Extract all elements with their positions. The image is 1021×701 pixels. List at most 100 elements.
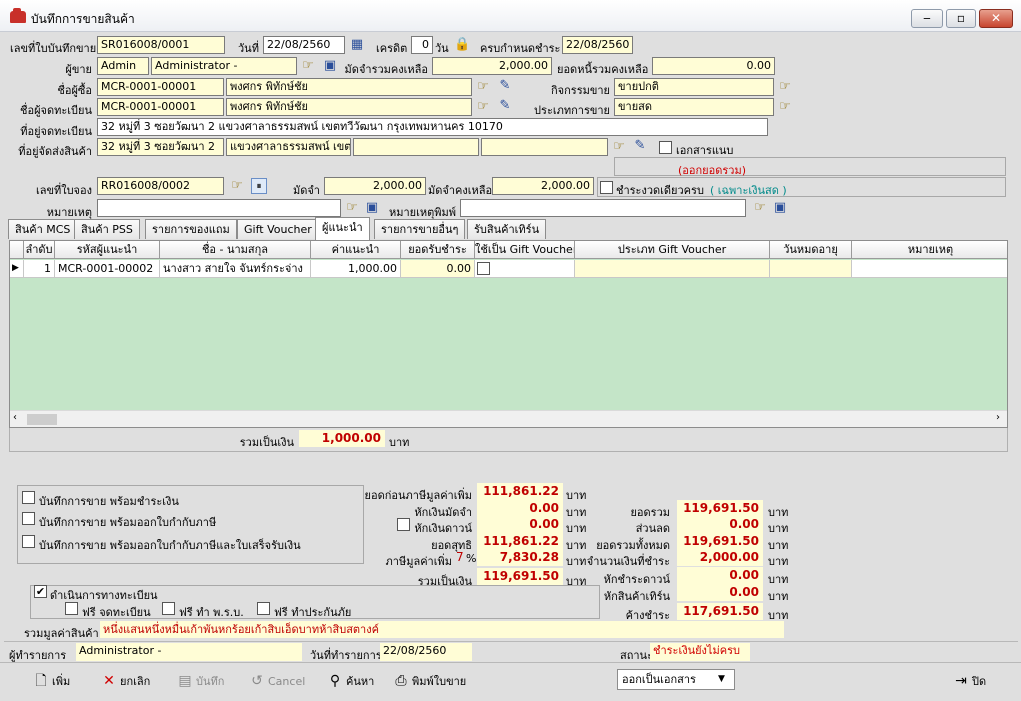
due-date-label: ครบกำหนดชำระ	[480, 42, 561, 55]
col-use-gift-voucher[interactable]: ใช้เป็น Gift Voucher	[475, 241, 575, 259]
printer-icon: ⎙	[395, 673, 407, 689]
save-with-tax-receipt-checkbox[interactable]	[22, 535, 35, 548]
free-insurance-checkbox[interactable]	[257, 602, 270, 615]
buyer-edit-pen-icon[interactable]: ✎	[497, 78, 513, 94]
export-select[interactable]: ออกเป็นเอกสาร ▼	[617, 669, 735, 690]
buyer-name-field[interactable]: พงศกร พิทักษ์ชัย	[226, 78, 472, 96]
remark-field[interactable]	[97, 199, 341, 217]
maximize-button[interactable]: ▫	[946, 9, 976, 28]
calendar-icon[interactable]: ▦	[349, 37, 365, 53]
scroll-right-icon[interactable]: ›	[996, 412, 1000, 423]
gift-voucher-checkbox[interactable]	[477, 262, 490, 275]
scroll-thumb[interactable]	[27, 414, 57, 425]
grid-horizontal-scrollbar[interactable]: ‹ ›	[10, 410, 1007, 427]
floppy-icon: ▤	[178, 673, 192, 689]
new-doc-icon: 🗋	[35, 673, 47, 689]
scroll-left-icon[interactable]: ‹	[13, 412, 17, 423]
cell-full-name[interactable]: นางสาว สายใจ จันทร์กระจ่าง	[160, 260, 311, 278]
remark-lookup-icon[interactable]: ☞	[344, 200, 360, 216]
save-with-tax-invoice-checkbox[interactable]	[22, 512, 35, 525]
print-button[interactable]: ⎙ พิมพ์ใบขาย	[392, 671, 466, 691]
ship-address-edit-pen-icon[interactable]: ✎	[632, 138, 648, 154]
tab-mcs-products[interactable]: สินค้า MCS	[8, 219, 78, 239]
search-button[interactable]: ⚲ ค้นหา	[326, 671, 374, 691]
reg-address-field[interactable]: 32 หมู่ที่ 3 ซอยวัฒนา 2 แขวงศาลาธรรมสพน์…	[97, 118, 768, 136]
single-pay-checkbox[interactable]	[600, 181, 613, 194]
registrant-name-field[interactable]: พงศกร พิทักษ์ชัย	[226, 98, 472, 116]
tab-freebies[interactable]: รายการของแถม	[145, 219, 237, 239]
sum-value: 119,691.50	[677, 500, 763, 517]
attach-checkbox[interactable]	[659, 141, 672, 154]
print-remark-edit-icon[interactable]: ▣	[772, 200, 788, 216]
lookup-hand-icon[interactable]: ☞	[300, 58, 316, 74]
record-date-value: 22/08/2560	[380, 643, 472, 661]
col-full-name[interactable]: ชื่อ - นามสกุล	[160, 241, 311, 259]
cell-expiry[interactable]	[770, 260, 852, 278]
tab-referrer[interactable]: ผู้แนะนำ	[315, 217, 370, 240]
down-deduct-checkbox[interactable]	[397, 518, 410, 531]
ship-address-line1-field[interactable]: 32 หมู่ที่ 3 ซอยวัฒนา 2	[97, 138, 224, 156]
cell-remark[interactable]	[852, 260, 1007, 278]
date-field[interactable]: 22/08/2560	[263, 36, 345, 54]
print-remark-lookup-icon[interactable]: ☞	[752, 200, 768, 216]
chevron-down-icon[interactable]: ▼	[718, 670, 725, 689]
cancel-button[interactable]: ↺ Cancel	[248, 671, 305, 691]
seller-name-field[interactable]: Administrator -	[151, 57, 297, 75]
outstanding-value: 117,691.50	[677, 603, 763, 620]
save-button-label: บันทึก	[196, 675, 225, 688]
minimize-button[interactable]: ‒	[911, 9, 943, 28]
sale-type-label: ประเภทการขาย	[534, 104, 610, 117]
registrant-lookup-icon[interactable]: ☞	[475, 99, 491, 115]
cancel-doc-button[interactable]: ✕ ยกเลิก	[100, 671, 150, 691]
free-act-checkbox[interactable]	[162, 602, 175, 615]
col-remark[interactable]: หมายเหตุ	[852, 241, 1007, 259]
booking-pause-icon[interactable]: ⏸	[251, 178, 267, 194]
due-date-field[interactable]: 22/08/2560	[562, 36, 633, 54]
sale-type-lookup-icon[interactable]: ☞	[777, 99, 793, 115]
sale-type-field[interactable]: ขายสด	[614, 98, 774, 116]
col-referral-fee[interactable]: ค่าแนะนำ	[311, 241, 401, 259]
remark-edit-icon[interactable]: ▣	[364, 200, 380, 216]
ship-address-line2-field[interactable]: แขวงศาลาธรรมสพน์ เขตท	[226, 138, 351, 156]
activity-lookup-icon[interactable]: ☞	[777, 79, 793, 95]
cell-referral-fee[interactable]: 1,000.00	[311, 260, 401, 278]
registrant-code-field[interactable]: MCR-0001-00001	[97, 98, 224, 116]
tab-gift-voucher[interactable]: Gift Voucher	[237, 219, 319, 239]
credit-days-field[interactable]: 0	[411, 36, 433, 54]
print-remark-field[interactable]	[460, 199, 746, 217]
close-window-button[interactable]: ✕	[979, 9, 1013, 28]
booking-lookup-icon[interactable]: ☞	[229, 178, 245, 194]
single-pay-label: ชำระงวดเดียวครบ	[616, 184, 704, 197]
col-expiry[interactable]: วันหมดอายุ	[770, 241, 852, 259]
cell-paid[interactable]: 0.00	[401, 260, 475, 278]
save-button[interactable]: ▤ บันทึก	[176, 671, 224, 691]
seller-code-field[interactable]: Admin	[97, 57, 149, 75]
close-button[interactable]: ⇥ ปิด	[952, 671, 986, 691]
down-pay-unit: บาท	[768, 573, 789, 586]
col-referrer-code[interactable]: รหัสผู้แนะนำ	[55, 241, 160, 259]
add-button[interactable]: 🗋 เพิ่ม	[32, 671, 70, 691]
save-with-payment-checkbox[interactable]	[22, 491, 35, 504]
ship-address-line3-field[interactable]	[353, 138, 479, 156]
buyer-lookup-icon[interactable]: ☞	[475, 79, 491, 95]
cell-referrer-code[interactable]: MCR-0001-00002	[55, 260, 160, 278]
free-registration-checkbox[interactable]	[65, 602, 78, 615]
lock-icon[interactable]: 🔒	[454, 37, 470, 53]
col-no[interactable]: ลำดับ	[24, 241, 55, 259]
activity-field[interactable]: ขายปกติ	[614, 78, 774, 96]
ship-address-lookup-icon[interactable]: ☞	[611, 139, 627, 155]
tab-pss-products[interactable]: สินค้า PSS	[74, 219, 140, 239]
registration-checkbox[interactable]: ✔	[34, 585, 47, 598]
col-paid[interactable]: ยอดรับชำระ	[401, 241, 475, 259]
cell-no[interactable]: 1	[24, 260, 55, 278]
cell-gift-voucher-type[interactable]	[575, 260, 770, 278]
cell-use-gift-voucher[interactable]	[475, 260, 575, 278]
registrant-edit-pen-icon[interactable]: ✎	[497, 98, 513, 114]
buyer-code-field[interactable]: MCR-0001-00001	[97, 78, 224, 96]
col-gift-voucher-type[interactable]: ประเภท Gift Voucher	[575, 241, 770, 259]
ship-address-line4-field[interactable]	[481, 138, 608, 156]
tab-other-sales[interactable]: รายการขายอื่นๆ	[374, 219, 466, 239]
booking-no-field[interactable]: RR016008/0002	[97, 177, 224, 195]
doc-no-field[interactable]: SR016008/0001	[97, 36, 225, 54]
tab-trade-in[interactable]: รับสินค้าเทิร์น	[467, 219, 547, 239]
